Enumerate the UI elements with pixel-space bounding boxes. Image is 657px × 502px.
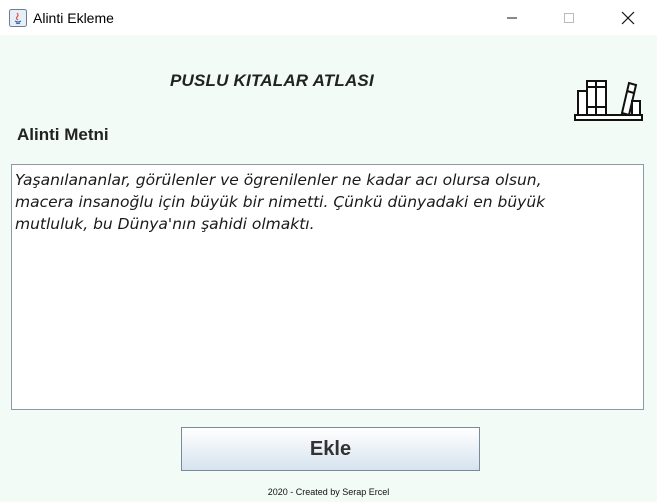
close-icon	[621, 11, 635, 24]
page-title: PUSLU KITALAR ATLASI	[170, 71, 374, 90]
close-button[interactable]	[605, 0, 651, 35]
quote-text-area[interactable]: Yaşanılananlar, görülenler ve ögrenilenl…	[11, 164, 644, 410]
java-icon	[9, 9, 27, 27]
quote-label: Alinti Metni	[17, 125, 109, 144]
minimize-icon	[507, 17, 517, 18]
add-button[interactable]: Ekle	[181, 427, 480, 471]
books-icon	[574, 80, 643, 121]
title-bar: Alinti Ekleme	[0, 0, 657, 35]
minimize-button[interactable]	[489, 0, 535, 35]
window-title: Alinti Ekleme	[33, 10, 114, 26]
maximize-icon	[564, 12, 574, 23]
main-panel: PUSLU KITALAR ATLASI Alinti Metni Yaşanı…	[0, 35, 657, 502]
footer-credit: 2020 - Created by Serap Ercel	[267, 487, 390, 497]
maximize-button[interactable]	[546, 0, 592, 35]
